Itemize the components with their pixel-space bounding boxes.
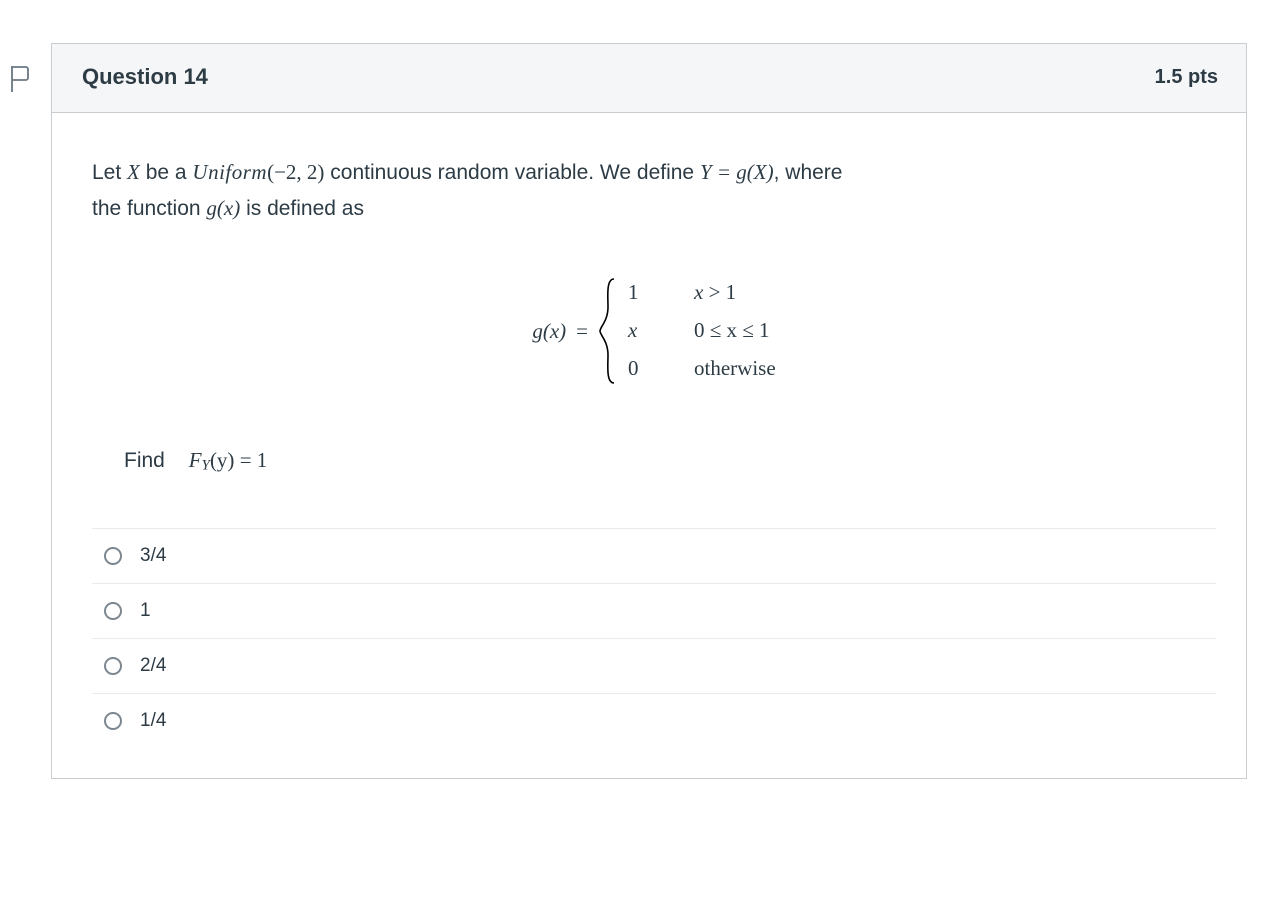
flag-icon[interactable] (8, 64, 32, 94)
answer-radio[interactable] (104, 602, 122, 620)
question-points: 1.5 pts (1155, 66, 1218, 89)
answer-option[interactable]: 1 (92, 583, 1216, 638)
answer-option[interactable]: 3/4 (92, 528, 1216, 583)
find-eq: = 1 (234, 448, 267, 472)
answer-radio[interactable] (104, 712, 122, 730)
question-title: Question 14 (82, 64, 208, 90)
text-fragment: Let (92, 161, 127, 184)
question-header: Question 14 1.5 pts (52, 44, 1246, 113)
piecewise-cases: 1 x > 1 x 0 ≤ x ≤ 1 0 otherwise (628, 274, 776, 387)
text-fragment: , where (774, 161, 843, 184)
answer-option[interactable]: 1/4 (92, 693, 1216, 748)
answer-list: 3/4 1 2/4 1/4 (92, 528, 1216, 748)
text-fragment: the function (92, 197, 206, 220)
find-expression: FY(y) = 1 (189, 448, 268, 472)
dist-name: Uniform (192, 160, 267, 184)
find-F: F (189, 448, 202, 472)
eq-Y: Y = g(X) (700, 160, 774, 184)
case-cond: x > 1 (666, 274, 736, 312)
case-val: x (628, 312, 666, 350)
question-text: Let X be a Uniform(−2, 2) continuous ran… (92, 155, 1216, 226)
case-val: 1 (628, 274, 666, 312)
answer-label: 1/4 (140, 710, 166, 732)
var-X: X (127, 160, 140, 184)
answer-label: 3/4 (140, 545, 166, 567)
answer-label: 2/4 (140, 655, 166, 677)
question-body: Let X be a Uniform(−2, 2) continuous ran… (52, 113, 1246, 778)
answer-radio[interactable] (104, 657, 122, 675)
find-sub: Y (202, 457, 210, 473)
left-brace-icon (598, 277, 620, 385)
equals-sign: = (576, 319, 588, 344)
answer-option[interactable]: 2/4 (92, 638, 1216, 693)
dist-args: (−2, 2) (267, 160, 324, 184)
case-cond: otherwise (666, 350, 776, 388)
text-fragment: is defined as (240, 197, 364, 220)
case-val: 0 (628, 350, 666, 388)
find-label: Find (124, 449, 165, 472)
find-arg: (y) (210, 448, 235, 472)
cond-op: > (703, 280, 725, 304)
cond-var: x (694, 280, 703, 304)
piecewise-definition: g(x) = 1 x > 1 x 0 ≤ (92, 274, 1216, 387)
cond-val: 1 (726, 280, 737, 304)
text-fragment: be a (140, 161, 193, 184)
answer-label: 1 (140, 600, 151, 622)
text-fragment: continuous random variable. We define (324, 161, 700, 184)
piecewise-lhs: g(x) (532, 319, 566, 344)
find-line: Find FY(y) = 1 (124, 448, 1216, 475)
gx: g(x) (206, 196, 240, 220)
question-card: Question 14 1.5 pts Let X be a Uniform(−… (51, 43, 1247, 779)
case-cond: 0 ≤ x ≤ 1 (666, 312, 770, 350)
answer-radio[interactable] (104, 547, 122, 565)
